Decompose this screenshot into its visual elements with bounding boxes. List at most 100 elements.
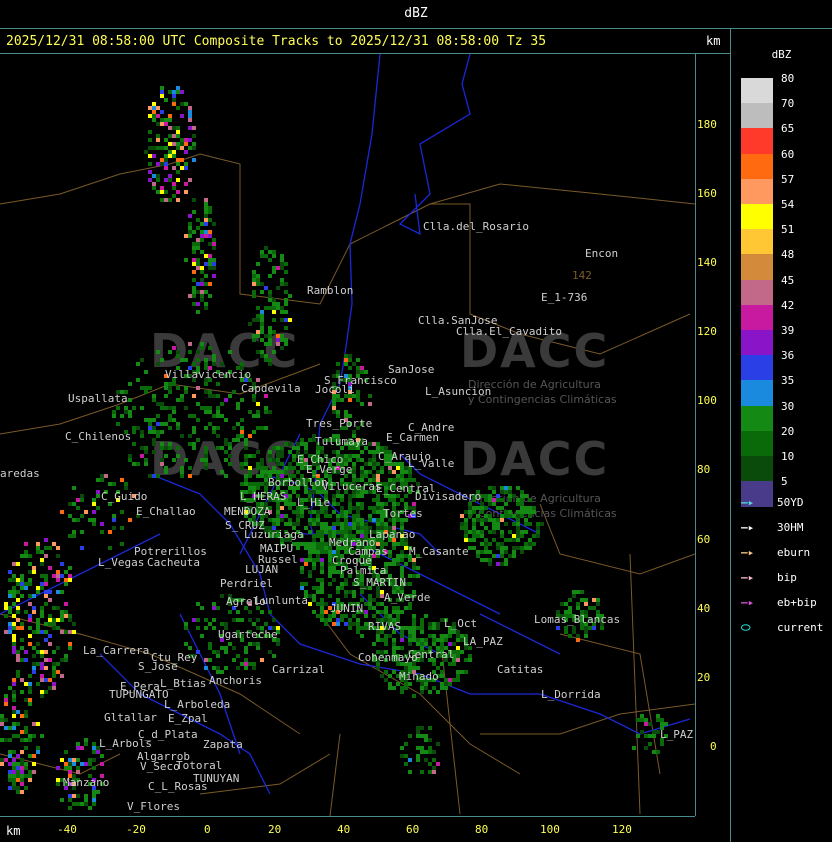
radar-echo-pixel (260, 350, 264, 354)
legend-swatch-label: 65 (781, 122, 795, 136)
radar-echo-pixel (68, 646, 72, 650)
radar-echo-pixel (480, 550, 484, 554)
radar-echo-pixel (28, 562, 32, 566)
radar-echo-pixel (100, 478, 104, 482)
radar-echo-pixel (488, 558, 492, 562)
radar-echo-pixel (60, 758, 64, 762)
radar-echo-pixel (476, 534, 480, 538)
radar-echo-pixel (228, 446, 232, 450)
radar-echo-pixel (464, 522, 468, 526)
radar-echo-pixel (644, 746, 648, 750)
radar-echo-pixel (172, 382, 176, 386)
radar-echo-pixel (456, 658, 460, 662)
radar-echo-pixel (12, 714, 16, 718)
radar-echo-pixel (136, 426, 140, 430)
radar-echo-pixel (184, 166, 188, 170)
radar-echo-pixel (196, 618, 200, 622)
radar-echo-pixel (584, 630, 588, 634)
y-tick: 140 (697, 256, 717, 269)
radar-echo-pixel (176, 454, 180, 458)
radar-echo-pixel (160, 162, 164, 166)
radar-echo-pixel (376, 610, 380, 614)
radar-echo-pixel (244, 662, 248, 666)
place-label: Anchoris (209, 674, 262, 687)
radar-echo-pixel (8, 786, 12, 790)
radar-echo-pixel (472, 546, 476, 550)
radar-echo-pixel (528, 542, 532, 546)
window-title: dBZ (404, 6, 428, 21)
radar-echo-pixel (464, 658, 468, 662)
radar-echo-pixel (56, 618, 60, 622)
radar-echo-pixel (28, 690, 32, 694)
radar-echo-pixel (364, 522, 368, 526)
radar-echo-pixel (208, 294, 212, 298)
place-label: L_Oct (444, 617, 478, 630)
radar-echo-pixel (256, 450, 260, 454)
radar-echo-pixel (40, 690, 44, 694)
track-arrow-icon: —▸ (741, 496, 755, 509)
radar-echo-pixel (48, 598, 52, 602)
place-label: E_Challao (136, 505, 196, 518)
radar-echo-pixel (428, 738, 432, 742)
radar-echo-pixel (520, 550, 524, 554)
place-label: RIVAS (368, 620, 402, 633)
radar-echo-pixel (268, 358, 272, 362)
radar-echo-pixel (200, 222, 204, 226)
radar-echo-pixel (156, 114, 160, 118)
radar-echo-pixel (28, 778, 32, 782)
radar-echo-pixel (192, 446, 196, 450)
radar-echo-pixel (76, 758, 80, 762)
radar-echo-pixel (60, 798, 64, 802)
legend-swatch (741, 204, 773, 230)
radar-echo-pixel (308, 510, 312, 514)
radar-echo-pixel (432, 662, 436, 666)
radar-echo-pixel (188, 118, 192, 122)
radar-echo-pixel (96, 490, 100, 494)
radar-echo-pixel (296, 522, 300, 526)
radar-echo-pixel (488, 518, 492, 522)
radar-echo-pixel (448, 662, 452, 666)
place-label: LUJAN (245, 563, 279, 576)
radar-echo-pixel (324, 622, 328, 626)
legend-swatch-label: 36 (781, 349, 795, 363)
radar-echo-pixel (140, 454, 144, 458)
radar-echo-pixel (92, 794, 96, 798)
radar-echo-pixel (112, 410, 116, 414)
radar-echo-pixel (660, 742, 664, 746)
track-arrow-icon: —▸ (741, 546, 755, 559)
radar-map[interactable]: DACC DACC DACC DACC Dirección de Agricul… (0, 54, 695, 816)
radar-echo-pixel (192, 146, 196, 150)
radar-echo-pixel (12, 614, 16, 618)
radar-echo-pixel (424, 614, 428, 618)
radar-echo-pixel (456, 678, 460, 682)
legend-swatch (741, 405, 773, 432)
track-legend-item: —▸ 50YD (741, 496, 832, 509)
radar-echo-pixel (4, 602, 8, 606)
radar-echo-pixel (404, 626, 408, 630)
radar-echo-pixel (360, 466, 364, 470)
radar-echo-pixel (224, 474, 228, 478)
radar-echo-pixel (192, 278, 196, 282)
radar-echo-pixel (328, 582, 332, 586)
radar-echo-pixel (400, 554, 404, 558)
radar-echo-pixel (212, 242, 216, 246)
radar-echo-pixel (132, 430, 136, 434)
radar-echo-pixel (572, 626, 576, 630)
radar-echo-pixel (24, 550, 28, 554)
radar-echo-pixel (392, 686, 396, 690)
radar-echo-pixel (252, 274, 256, 278)
radar-echo-pixel (228, 610, 232, 614)
radar-echo-pixel (168, 446, 172, 450)
radar-echo-pixel (368, 394, 372, 398)
radar-echo-pixel (40, 654, 44, 658)
place-label: E_Carmen (386, 431, 439, 444)
radar-echo-pixel (44, 622, 48, 626)
radar-echo-pixel (384, 614, 388, 618)
place-label: Minado (399, 670, 439, 683)
radar-echo-pixel (28, 594, 32, 598)
radar-echo-pixel (576, 590, 580, 594)
radar-echo-pixel (164, 162, 168, 166)
y-tick: 80 (697, 463, 711, 476)
radar-echo-pixel (144, 458, 148, 462)
radar-echo-pixel (200, 298, 204, 302)
